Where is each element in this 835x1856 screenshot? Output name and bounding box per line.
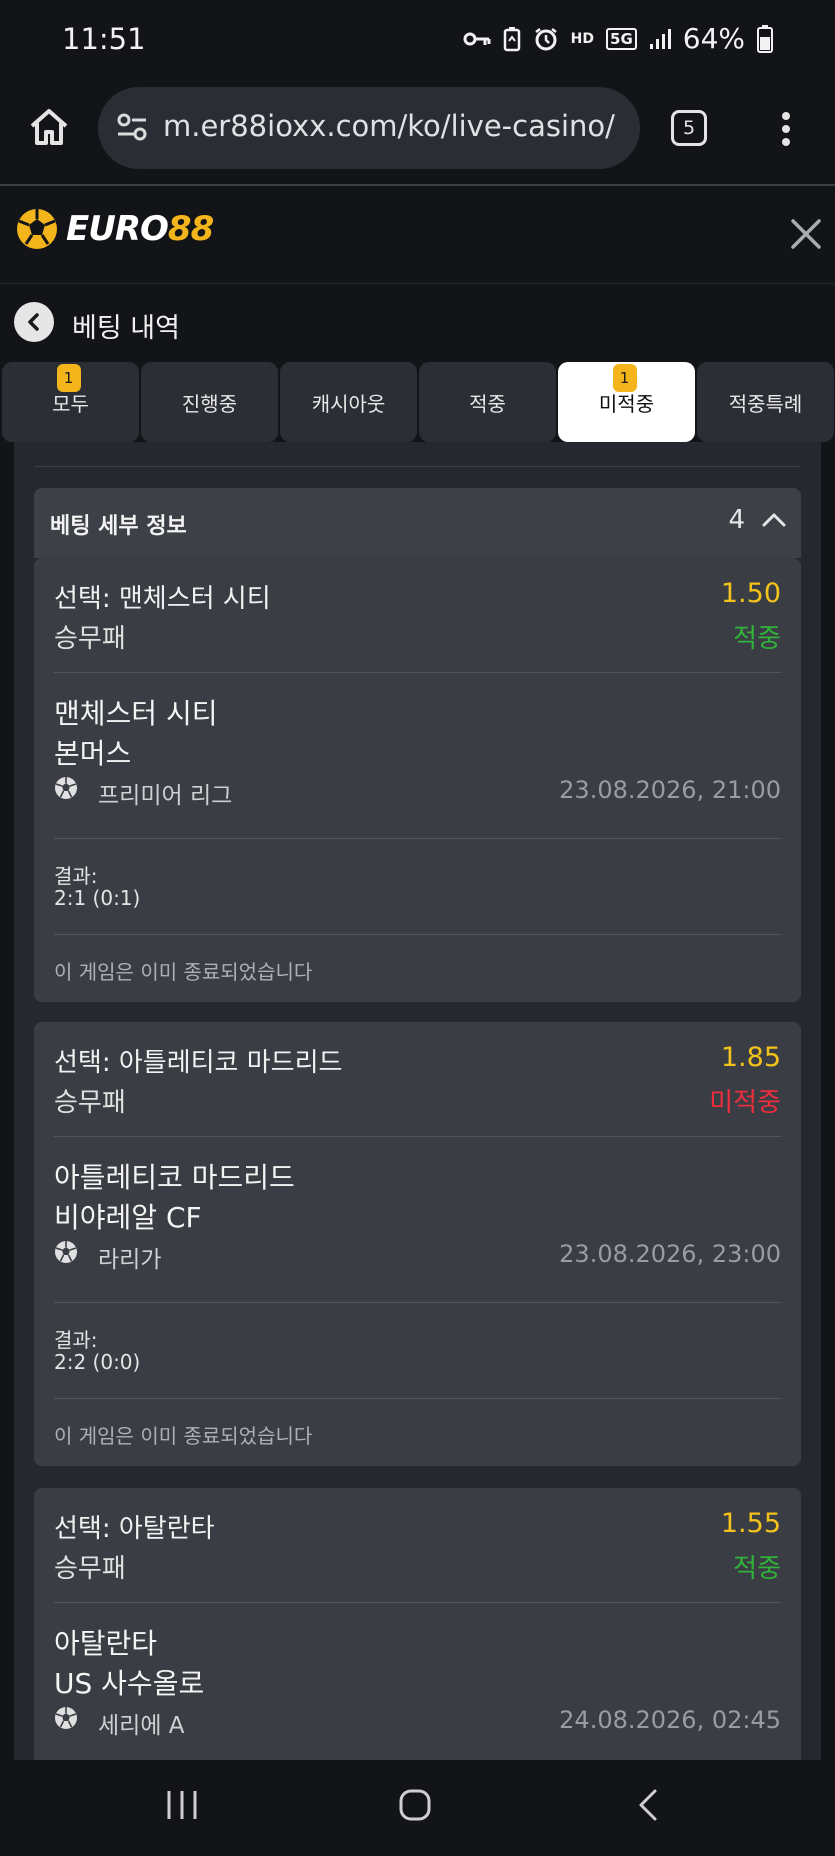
- soccer-ball-icon: [55, 1707, 77, 1729]
- home-team: 아틀레티코 마드리드: [54, 1161, 295, 1194]
- status-icons: HD 5G 64%: [463, 22, 773, 55]
- result-score: 2:1 (0:1): [54, 886, 141, 910]
- back-button[interactable]: [14, 302, 54, 342]
- soccer-ball-icon: [55, 777, 77, 799]
- market-name: 승무패: [54, 1554, 126, 1584]
- game-ended-notice: 이 게임은 이미 종료되었습니다: [54, 960, 313, 984]
- more-menu-icon[interactable]: [780, 112, 792, 146]
- tab-special[interactable]: 적중특례: [697, 362, 834, 442]
- bet-detail-panel[interactable]: 베팅 세부 정보 4 선택: 맨체스터 시티 승무패 1.50 적중 맨체스터 …: [14, 442, 821, 1760]
- close-icon[interactable]: [788, 216, 824, 252]
- tab-label: 캐시아웃: [311, 391, 386, 416]
- away-team: US 사수올로: [54, 1667, 205, 1700]
- battery-icon: [757, 24, 773, 53]
- divider: [54, 672, 781, 673]
- page-header: 베팅 내역: [0, 284, 835, 360]
- signal-icon: [649, 28, 671, 50]
- selection-name: 선택: 아탈란타: [54, 1514, 215, 1544]
- alarm-icon: [533, 26, 559, 52]
- game-ended-notice: 이 게임은 이미 종료되었습니다: [54, 1424, 313, 1448]
- site-header: EURO88: [0, 188, 835, 284]
- chevron-left-icon: [28, 313, 39, 331]
- market-name: 승무패: [54, 1088, 126, 1118]
- soccer-ball-icon: [55, 1241, 77, 1263]
- tab-badge: 1: [612, 364, 637, 392]
- divider: [54, 1602, 781, 1603]
- away-team: 비야레알 CF: [54, 1201, 202, 1234]
- network-type-icon: 5G: [606, 27, 637, 50]
- divider: [34, 466, 801, 467]
- home-team: 맨체스터 시티: [54, 697, 218, 730]
- bet-selection-card: 선택: 맨체스터 시티 승무패 1.50 적중 맨체스터 시티 본머스 프리미어…: [34, 558, 801, 1002]
- site-settings-icon[interactable]: [116, 112, 148, 146]
- match-date: 23.08.2026, 23:00: [559, 1240, 781, 1268]
- system-nav-bar: [0, 1760, 835, 1856]
- tab-label: 진행중: [181, 391, 238, 416]
- selection-count: 4: [728, 505, 745, 535]
- bet-filter-tabs: 1 모두 진행중 캐시아웃 적중 1 미적중 적중특례: [0, 362, 835, 442]
- match-date: 23.08.2026, 21:00: [559, 776, 781, 804]
- away-team: 본머스: [54, 737, 132, 770]
- divider: [54, 1136, 781, 1137]
- status-bar: 11:51 HD 5G 64%: [0, 0, 835, 84]
- bet-selection-card: 선택: 아틀레티코 마드리드 승무패 1.85 미적중 아틀레티코 마드리드 비…: [34, 1022, 801, 1466]
- hd-voice-icon: HD: [570, 30, 595, 47]
- result-status: 미적중: [709, 1088, 781, 1118]
- selection-name: 선택: 아틀레티코 마드리드: [54, 1048, 343, 1078]
- url-text[interactable]: m.er88ioxx.com/ko/live-casino/: [163, 109, 615, 143]
- market-name: 승무패: [54, 624, 126, 654]
- home-team: 아탈란타: [54, 1627, 158, 1660]
- divider: [54, 1398, 781, 1399]
- tab-lost[interactable]: 1 미적중: [558, 362, 695, 442]
- result-label: 결과:: [54, 1328, 98, 1352]
- vpn-key-icon: [463, 29, 491, 49]
- chevron-up-icon[interactable]: [761, 510, 787, 532]
- back-nav-icon[interactable]: [636, 1788, 660, 1826]
- result-status: 적중: [733, 1554, 781, 1584]
- match-date: 24.08.2026, 02:45: [559, 1706, 781, 1734]
- divider: [54, 1302, 781, 1303]
- bet-details-title: 베팅 세부 정보: [50, 514, 187, 539]
- result-label: 결과:: [54, 864, 98, 888]
- tab-all[interactable]: 1 모두: [2, 362, 139, 442]
- odds-value: 1.50: [720, 578, 781, 609]
- browser-toolbar: m.er88ioxx.com/ko/live-casino/ 5: [0, 84, 835, 186]
- divider: [54, 934, 781, 935]
- league-name: 프리미어 리그: [98, 783, 233, 809]
- result-status: 적중: [733, 624, 781, 654]
- page-title: 베팅 내역: [72, 313, 180, 344]
- home-nav-icon[interactable]: [398, 1788, 432, 1826]
- divider: [54, 838, 781, 839]
- battery-saver-icon: [503, 26, 521, 52]
- tab-in-progress[interactable]: 진행중: [141, 362, 278, 442]
- league-name: 라리가: [98, 1247, 162, 1273]
- home-icon[interactable]: [28, 106, 70, 148]
- league-name: 세리에 A: [98, 1713, 185, 1739]
- tab-label: 적중특례: [728, 391, 803, 416]
- soccer-ball-logo-icon: [17, 209, 57, 249]
- bet-details-header[interactable]: 베팅 세부 정보 4: [34, 488, 801, 558]
- selection-name: 선택: 맨체스터 시티: [54, 584, 271, 614]
- odds-value: 1.55: [720, 1508, 781, 1539]
- battery-percent: 64%: [682, 22, 745, 55]
- brand-name: EURO88: [66, 209, 214, 249]
- result-score: 2:2 (0:0): [54, 1350, 141, 1374]
- tab-cashout[interactable]: 캐시아웃: [280, 362, 417, 442]
- recent-apps-icon[interactable]: [166, 1788, 198, 1826]
- odds-value: 1.85: [720, 1042, 781, 1073]
- tab-badge: 1: [56, 364, 81, 392]
- address-bar[interactable]: m.er88ioxx.com/ko/live-casino/: [98, 87, 640, 169]
- site-logo[interactable]: EURO88: [14, 206, 214, 252]
- tab-switcher-button[interactable]: 5: [671, 110, 707, 146]
- bet-selection-card: 선택: 아탈란타 승무패 1.55 적중 아탈란타 US 사수올로 세리에 A …: [34, 1488, 801, 1760]
- tab-won[interactable]: 적중: [419, 362, 556, 442]
- tab-label: 적중: [469, 391, 506, 416]
- clock: 11:51: [62, 22, 146, 56]
